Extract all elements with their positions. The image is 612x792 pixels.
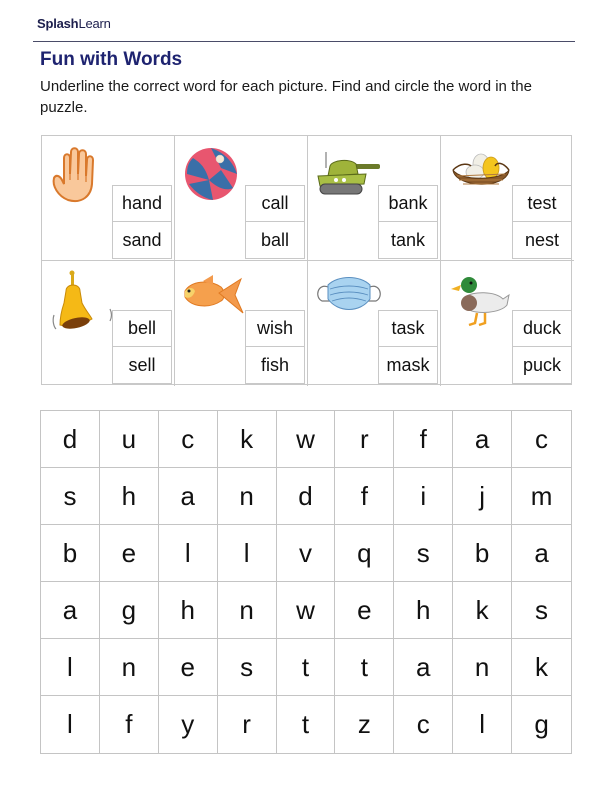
- puzzle-letter-cell[interactable]: h: [158, 582, 218, 639]
- puzzle-letter-cell[interactable]: t: [277, 696, 336, 753]
- fish-icon: [184, 275, 244, 314]
- puzzle-letter-cell[interactable]: s: [217, 639, 277, 696]
- puzzle-letter-cell[interactable]: a: [453, 411, 513, 468]
- word-option[interactable]: hand: [112, 185, 172, 222]
- word-option[interactable]: call: [245, 185, 305, 222]
- tank-icon: [317, 152, 380, 195]
- picture-card: duck puck: [441, 261, 574, 386]
- puzzle-letter-cell[interactable]: w: [276, 582, 336, 639]
- puzzle-letter-cell[interactable]: v: [276, 525, 336, 582]
- brand-logo-light: Learn: [78, 16, 111, 31]
- puzzle-letter-cell[interactable]: d: [41, 411, 100, 468]
- hand-icon: [52, 147, 95, 202]
- puzzle-letter-cell[interactable]: i: [394, 468, 454, 525]
- puzzle-letter-cell[interactable]: l: [453, 696, 513, 753]
- puzzle-letter-cell[interactable]: s: [41, 468, 100, 525]
- puzzle-letter-cell[interactable]: a: [158, 468, 218, 525]
- word-option[interactable]: nest: [512, 222, 572, 259]
- puzzle-letter-cell[interactable]: e: [335, 582, 395, 639]
- word-option[interactable]: wish: [245, 310, 305, 347]
- nest-icon: [452, 153, 510, 185]
- picture-card: hand sand: [42, 136, 175, 261]
- bell-icon: [52, 270, 113, 330]
- puzzle-letter-cell[interactable]: l: [41, 696, 100, 753]
- brand-logo-bold: Splash: [37, 16, 79, 31]
- puzzle-letter-cell[interactable]: a: [394, 639, 454, 696]
- picture-card: bell sell: [42, 261, 175, 386]
- instructions: Underline the correct word for each pict…: [40, 78, 532, 116]
- brand-logo: SplashLearn: [37, 16, 111, 31]
- page-title: Fun with Words: [40, 49, 183, 70]
- word-option[interactable]: fish: [245, 347, 305, 384]
- puzzle-letter-cell[interactable]: s: [512, 582, 571, 639]
- puzzle-letter-cell[interactable]: e: [158, 639, 218, 696]
- puzzle-letter-cell[interactable]: q: [335, 525, 395, 582]
- puzzle-letter-cell[interactable]: m: [512, 468, 571, 525]
- beach-ball-icon: [185, 148, 237, 200]
- word-option[interactable]: mask: [378, 347, 438, 384]
- puzzle-letter-cell[interactable]: e: [99, 525, 159, 582]
- puzzle-letter-cell[interactable]: s: [394, 525, 454, 582]
- puzzle-letter-cell[interactable]: w: [276, 411, 336, 468]
- puzzle-letter-cell[interactable]: a: [41, 582, 100, 639]
- puzzle-letter-cell[interactable]: u: [99, 411, 159, 468]
- word-option[interactable]: bank: [378, 185, 438, 222]
- puzzle-letter-cell[interactable]: a: [512, 525, 571, 582]
- word-option[interactable]: test: [512, 185, 572, 222]
- puzzle-letter-cell[interactable]: t: [276, 639, 336, 696]
- puzzle-letter-cell[interactable]: n: [217, 582, 277, 639]
- puzzle-letter-cell[interactable]: k: [453, 582, 513, 639]
- picture-cards: hand sand call ball bank tank test nest …: [41, 135, 574, 386]
- mask-icon: [317, 277, 381, 310]
- puzzle-letter-cell[interactable]: f: [100, 696, 159, 753]
- puzzle-letter-cell[interactable]: r: [335, 411, 395, 468]
- puzzle-letter-cell[interactable]: c: [512, 411, 571, 468]
- puzzle-letter-cell[interactable]: n: [99, 639, 159, 696]
- word-search-grid: duckwrfacshandfijmbellvqsbaaghnwehkslnes…: [40, 410, 572, 754]
- puzzle-letter-cell[interactable]: h: [99, 468, 159, 525]
- puzzle-letter-cell[interactable]: f: [335, 468, 395, 525]
- puzzle-letter-cell[interactable]: c: [158, 411, 218, 468]
- picture-card: task mask: [308, 261, 441, 386]
- puzzle-letter-cell[interactable]: b: [453, 525, 513, 582]
- word-option[interactable]: sand: [112, 222, 172, 259]
- puzzle-letter-cell[interactable]: k: [217, 411, 277, 468]
- word-option[interactable]: sell: [112, 347, 172, 384]
- puzzle-letter-cell[interactable]: n: [453, 639, 513, 696]
- puzzle-letter-cell[interactable]: n: [217, 468, 277, 525]
- puzzle-letter-cell[interactable]: c: [394, 696, 454, 753]
- puzzle-letter-cell[interactable]: l: [217, 525, 277, 582]
- puzzle-letter-cell[interactable]: l: [41, 639, 100, 696]
- puzzle-letter-cell[interactable]: d: [276, 468, 336, 525]
- puzzle-letter-cell[interactable]: b: [41, 525, 100, 582]
- puzzle-letter-cell[interactable]: l: [158, 525, 218, 582]
- puzzle-letter-cell[interactable]: j: [453, 468, 513, 525]
- puzzle-letter-cell[interactable]: y: [159, 696, 218, 753]
- puzzle-letter-cell[interactable]: k: [512, 639, 571, 696]
- puzzle-letter-cell[interactable]: g: [99, 582, 159, 639]
- puzzle-letter-cell[interactable]: h: [394, 582, 454, 639]
- puzzle-letter-cell[interactable]: r: [218, 696, 277, 753]
- puzzle-letter-cell[interactable]: z: [335, 696, 395, 753]
- picture-card: test nest: [441, 136, 574, 261]
- word-option[interactable]: puck: [512, 347, 572, 384]
- picture-card: call ball: [175, 136, 308, 261]
- picture-card: wish fish: [175, 261, 308, 386]
- word-option[interactable]: ball: [245, 222, 305, 259]
- word-option[interactable]: tank: [378, 222, 438, 259]
- puzzle-letter-cell[interactable]: t: [335, 639, 395, 696]
- duck-icon: [451, 277, 510, 327]
- puzzle-letter-cell[interactable]: g: [512, 696, 571, 753]
- header-divider: [33, 41, 575, 42]
- puzzle-letter-cell[interactable]: f: [394, 411, 454, 468]
- word-option[interactable]: bell: [112, 310, 172, 347]
- picture-card: bank tank: [308, 136, 441, 261]
- word-option[interactable]: task: [378, 310, 438, 347]
- word-option[interactable]: duck: [512, 310, 572, 347]
